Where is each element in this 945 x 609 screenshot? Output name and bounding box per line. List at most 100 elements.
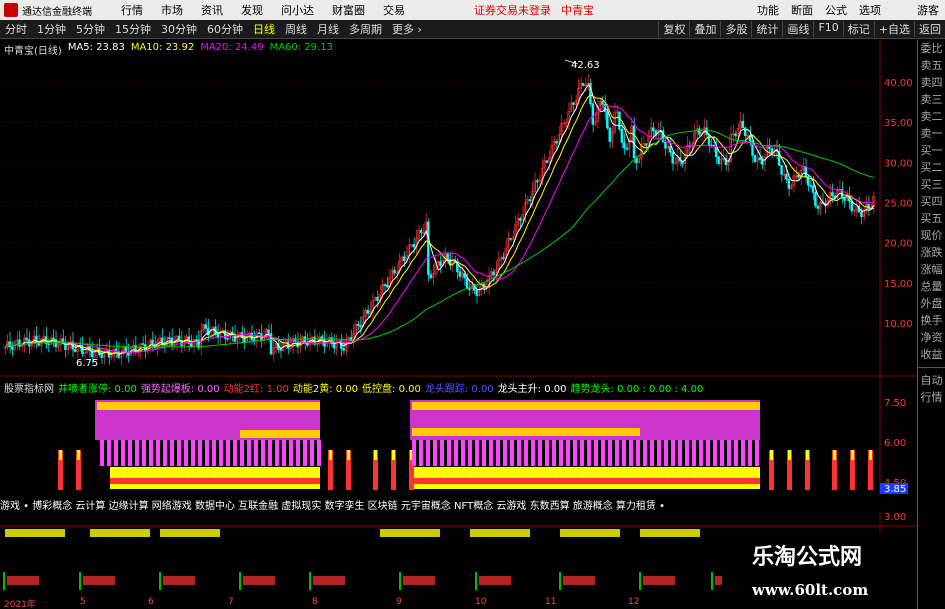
- indicator-tick: 7.50: [884, 398, 906, 409]
- indicator-bar: [296, 440, 300, 466]
- indicator-bar: [650, 440, 654, 466]
- site-watermark: 乐淘公式网 www.60lt.com: [722, 533, 917, 609]
- period-tab-daily[interactable]: 日线: [248, 21, 280, 37]
- indicator-tick: 3.85: [884, 484, 906, 495]
- indicator-name[interactable]: 股票指标网: [4, 380, 54, 395]
- menu-function[interactable]: 功能: [751, 2, 785, 18]
- price-tick: 30.00: [884, 158, 913, 169]
- ma10-line: [4, 94, 874, 355]
- indicator-bar: [524, 440, 528, 466]
- price-tick: 40.00: [884, 78, 913, 89]
- indicator-bar: [240, 440, 244, 466]
- period-tab-30min[interactable]: 30分钟: [156, 21, 202, 37]
- indicator-bar: [107, 440, 111, 466]
- panel-item: 卖四: [920, 76, 943, 89]
- menu-item-discover[interactable]: 发现: [232, 2, 272, 18]
- candle-body: [860, 212, 863, 218]
- indicator-bar: [163, 440, 167, 466]
- guest-button[interactable]: 游客: [911, 2, 945, 18]
- indicator-bar: [329, 450, 332, 460]
- period-tab-5min[interactable]: 5分钟: [71, 21, 110, 37]
- indicator-item-8: 趋势龙头: 0.00 : 0.00 : 4.00: [570, 384, 704, 395]
- period-tab-15min[interactable]: 15分钟: [110, 21, 156, 37]
- candle-body: [758, 157, 761, 160]
- candle-body: [356, 323, 360, 326]
- candle-body: [383, 284, 386, 286]
- watermark-url: www.60lt.com: [752, 581, 869, 599]
- indicator-bar: [410, 478, 760, 484]
- login-status[interactable]: 证券交易未登录: [474, 2, 551, 18]
- indicator-bar: [59, 450, 62, 460]
- indicator-bar: [170, 440, 174, 466]
- panel-item: 净资: [920, 331, 943, 344]
- candle-body: [257, 332, 261, 335]
- candle-body: [618, 111, 621, 130]
- indicator-bar: [727, 440, 731, 466]
- panel-item[interactable]: 委比: [918, 40, 945, 57]
- price-tick: 15.00: [884, 279, 913, 290]
- indicator-bar: [573, 440, 577, 466]
- indicator-item-2: 强势起爆板: 0.00: [140, 384, 220, 395]
- menu-formula[interactable]: 公式: [819, 2, 853, 18]
- candle-body: [608, 127, 611, 142]
- candle-body: [8, 341, 11, 348]
- price-tick: 20.00: [884, 239, 913, 250]
- indicator-bar: [128, 440, 132, 466]
- menu-item-ask[interactable]: 问小达: [272, 2, 323, 18]
- tool-back[interactable]: 返回: [914, 21, 945, 37]
- candle-body: [439, 261, 442, 267]
- period-tab-more[interactable]: 更多 ›: [387, 21, 427, 37]
- indicator-bar: [587, 440, 591, 466]
- menu-item-market[interactable]: 市场: [152, 2, 192, 18]
- menu-layout[interactable]: 断面: [785, 2, 819, 18]
- indicator-bar: [261, 440, 265, 466]
- indicator-bar: [510, 440, 514, 466]
- candle-body: [734, 133, 737, 137]
- candle-body: [429, 274, 432, 279]
- tool-stats[interactable]: 统计: [751, 21, 782, 37]
- candle-body: [744, 127, 747, 137]
- tool-f10[interactable]: F10: [813, 21, 842, 37]
- tool-draw[interactable]: 画线: [782, 21, 813, 37]
- period-tab-intraday[interactable]: 分时: [0, 21, 32, 37]
- menu-item-quotes[interactable]: 行情: [112, 2, 152, 18]
- indicator-bar: [475, 440, 479, 466]
- chart-canvas[interactable]: 40.00 35.00 30.00 25.00 20.00 15.00 10.00 7.50 6…: [0, 40, 917, 609]
- panel-item: 买四: [920, 195, 943, 208]
- candle-body: [402, 256, 406, 261]
- period-tab-weekly[interactable]: 周线: [280, 21, 312, 37]
- tool-multi-stock[interactable]: 多股: [720, 21, 751, 37]
- period-tab-60min[interactable]: 60分钟: [202, 21, 248, 37]
- candle-body: [652, 127, 655, 132]
- menu-item-wealth[interactable]: 财富圈: [323, 2, 374, 18]
- quotes-button[interactable]: 行情: [918, 389, 945, 406]
- menu-item-trade[interactable]: 交易: [374, 2, 414, 18]
- auto-button[interactable]: 自动: [918, 372, 945, 389]
- menu-options[interactable]: 选项: [853, 2, 887, 18]
- price-grid: [0, 81, 880, 324]
- tool-overlay[interactable]: 叠加: [689, 21, 720, 37]
- period-tab-1min[interactable]: 1分钟: [32, 21, 71, 37]
- indicator-bar: [412, 428, 640, 436]
- indicator-legend: 股票指标网 井喷者涨停: 0.00 强势起爆板: 0.00 动能2红: 1.00…: [4, 380, 703, 395]
- candle-body: [366, 309, 370, 314]
- panel-item: 涨跌: [920, 246, 943, 259]
- month-label: 7: [228, 597, 234, 607]
- indicator-bar: [538, 440, 542, 466]
- tool-add-watchlist[interactable]: +自选: [873, 21, 914, 37]
- candle-body: [809, 184, 812, 187]
- tool-adjust[interactable]: 复权: [658, 21, 689, 37]
- sell-signal-label: [380, 529, 440, 537]
- candle-body: [816, 205, 820, 209]
- menu-item-news[interactable]: 资讯: [192, 2, 232, 18]
- candle-body: [768, 146, 771, 150]
- tool-mark[interactable]: 标记: [842, 21, 874, 37]
- period-tab-monthly[interactable]: 月线: [312, 21, 344, 37]
- candle-body: [419, 229, 423, 233]
- period-tab-multi[interactable]: 多周期: [344, 21, 387, 37]
- candle-body: [535, 180, 539, 183]
- candle-body: [412, 244, 416, 248]
- candle-body: [267, 329, 270, 334]
- year-label: 2021年: [4, 600, 36, 609]
- candle-body: [785, 173, 788, 180]
